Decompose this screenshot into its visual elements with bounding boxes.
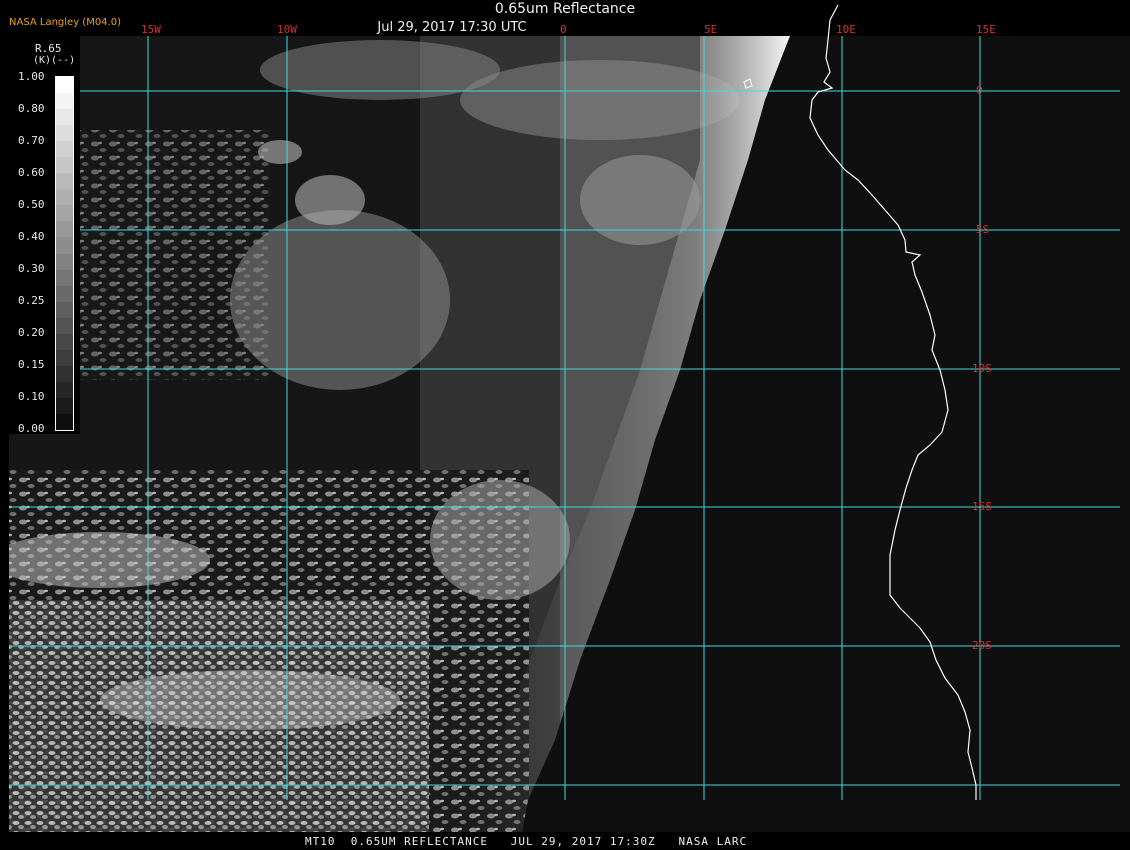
status-footer: MT10 0.65UM REFLECTANCE JUL 29, 2017 17:… (0, 832, 1130, 850)
legend-color-step (56, 109, 73, 126)
color-legend: R.65 (K)(--) 1.00 0.80 0.70 0.60 0.50 0.40 0.3… (9, 36, 80, 435)
legend-color-step (56, 221, 73, 238)
satellite-map (0, 0, 1130, 850)
legend-tick-label: 0.80 (18, 102, 45, 115)
legend-color-step (56, 349, 73, 367)
legend-color-bar (55, 76, 74, 431)
legend-color-step (56, 253, 73, 271)
legend-tick-label: 1.00 (18, 70, 45, 83)
legend-tick-label: 0.40 (18, 230, 45, 243)
lon-label-0: 0 (560, 23, 567, 36)
legend-color-step (56, 381, 73, 399)
legend-tick-label: 0.10 (18, 390, 45, 403)
satellite-image-viewer: 0.65um Reflectance Jul 29, 2017 17:30 UT… (0, 0, 1130, 850)
cloud-band-b (100, 670, 400, 730)
lon-label-15e: 15E (976, 23, 996, 36)
legend-color-step (56, 237, 73, 254)
footer-caption: MT10 0.65UM REFLECTANCE JUL 29, 2017 17:… (305, 835, 748, 848)
legend-tick-label: 0.30 (18, 262, 45, 275)
lon-label-5e: 5E (704, 23, 718, 36)
legend-variable: R.65 (35, 42, 62, 55)
lat-label-20s: 20S (972, 639, 992, 652)
legend-color-step (56, 157, 73, 174)
legend-color-step (56, 365, 73, 383)
legend-color-step (56, 125, 73, 142)
cloud-band-a (9, 532, 210, 588)
legend-color-step (56, 93, 73, 110)
legend-unit: (K)(--) (33, 55, 76, 66)
legend-tick-label: 0.50 (18, 198, 45, 211)
lon-label-10e: 10E (836, 23, 856, 36)
legend-color-step (56, 317, 73, 335)
lat-label-5s: 5S (976, 223, 990, 236)
legend-tick-label: 0.20 (18, 326, 45, 339)
legend-tick-label: 0.60 (18, 166, 45, 179)
legend-color-step (56, 301, 73, 319)
lon-label-15w: 15W (141, 23, 161, 36)
lon-label-10w: 10W (277, 23, 297, 36)
cloud-cluster-f (460, 60, 740, 140)
cloud-cluster-a (230, 210, 450, 390)
legend-tick-label: 0.15 (18, 358, 45, 371)
legend-color-step (56, 397, 73, 415)
credit-label: NASA Langley (M04.0) (9, 17, 121, 28)
legend-color-step (56, 77, 73, 94)
legend-tick-label: 0.25 (18, 294, 45, 307)
legend-color-step (56, 141, 73, 158)
image-title: 0.65um Reflectance (494, 1, 636, 17)
legend-color-step (56, 333, 73, 351)
legend-tick-label: 0.70 (18, 134, 45, 147)
legend-color-step (56, 205, 73, 222)
legend-color-step (56, 189, 73, 206)
legend-color-step (56, 173, 73, 190)
lat-label-15s: 15S (972, 500, 992, 513)
legend-tick-label: 0.00 (18, 422, 45, 435)
western-cloud-field (70, 130, 270, 380)
lat-label-0: 0 (976, 84, 983, 97)
legend-color-step (56, 285, 73, 303)
legend-color-step (56, 413, 73, 431)
cloud-cluster-b (295, 175, 365, 225)
legend-color-step (56, 269, 73, 287)
lat-label-10s: 10S (972, 362, 992, 375)
cloud-cluster-c (258, 140, 302, 164)
cloud-cluster-d (430, 480, 570, 600)
